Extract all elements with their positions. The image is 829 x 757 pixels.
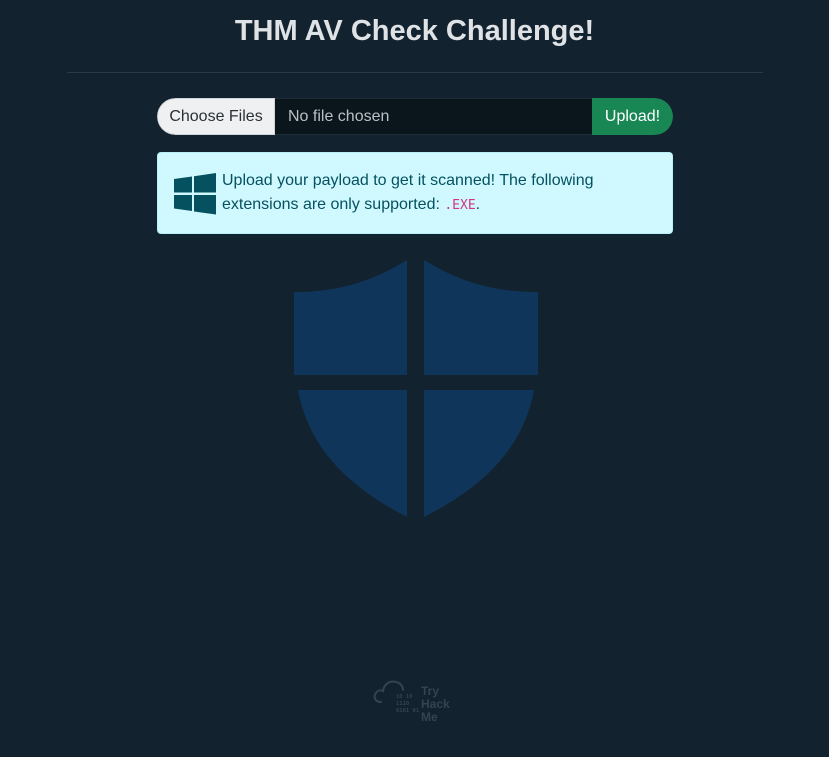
upload-form: Choose Files No file chosen Upload! xyxy=(157,98,673,135)
alert-message-prefix: Upload your payload to get it scanned! T… xyxy=(222,172,594,213)
brand-line-me: Me xyxy=(421,710,438,724)
logo-bits-line2: 1110 xyxy=(396,701,409,707)
choose-files-button[interactable]: Choose Files xyxy=(157,98,275,135)
alert-message-suffix: . xyxy=(475,196,481,213)
tryhackme-logo: 10 10 1110 0101 01 Try Hack Me xyxy=(372,676,462,724)
divider xyxy=(67,72,763,73)
logo-bits-line1: 10 10 xyxy=(396,694,413,700)
windows-icon xyxy=(174,173,216,215)
logo-bits-line3: 0101 01 xyxy=(396,708,420,714)
upload-button[interactable]: Upload! xyxy=(592,98,673,135)
shield-icon xyxy=(294,260,538,517)
page: THM AV Check Challenge! Choose Files No … xyxy=(0,0,829,757)
tryhackme-wordmark: Try Hack Me xyxy=(421,685,450,724)
cloud-icon: 10 10 1110 0101 01 xyxy=(373,680,420,714)
alert-message: Upload your payload to get it scanned! T… xyxy=(222,169,642,218)
file-status-text: No file chosen xyxy=(275,98,592,135)
supported-extension: .EXE xyxy=(444,198,476,213)
info-alert: Upload your payload to get it scanned! T… xyxy=(157,152,673,234)
page-title: THM AV Check Challenge! xyxy=(234,15,595,47)
